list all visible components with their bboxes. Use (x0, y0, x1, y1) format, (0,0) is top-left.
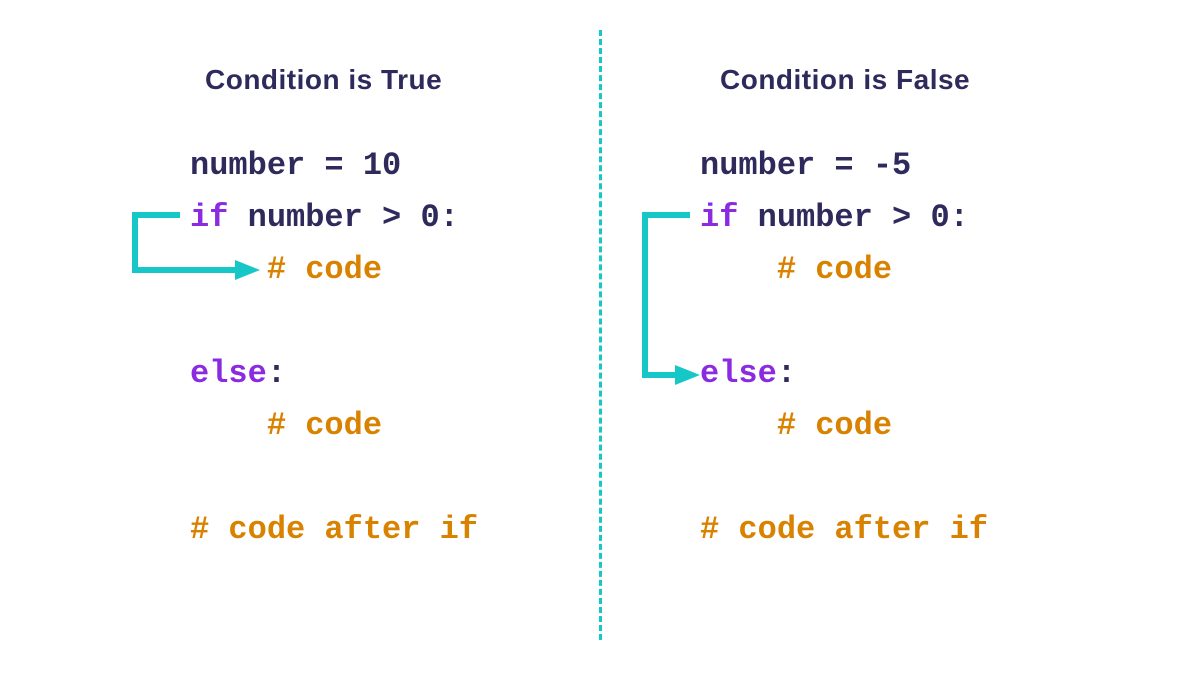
heading-true: Condition is True (205, 64, 442, 96)
diagram-stage: Condition is True number = 10 if number … (0, 0, 1200, 683)
token-else-colon: : (267, 355, 286, 392)
heading-false: Condition is False (720, 64, 970, 96)
token-after-if: # code after if (700, 511, 988, 548)
vertical-divider (599, 30, 602, 640)
arrow-false-branch (630, 200, 710, 400)
token-else: else (700, 355, 777, 392)
token-number: number (190, 147, 305, 184)
token-if-body: # code (700, 251, 892, 288)
token-value: 10 (363, 147, 401, 184)
token-else-colon: : (777, 355, 796, 392)
token-eq: = (305, 147, 363, 184)
token-else-body: # code (700, 407, 892, 444)
arrow-true-branch (120, 200, 280, 290)
token-number: number (700, 147, 815, 184)
code-false: number = -5 if number > 0: # code else: … (700, 140, 988, 556)
token-else-body: # code (190, 407, 382, 444)
token-after-if: # code after if (190, 511, 478, 548)
token-else: else (190, 355, 267, 392)
token-value: -5 (873, 147, 911, 184)
token-eq: = (815, 147, 873, 184)
token-condition: number > 0: (738, 199, 968, 236)
